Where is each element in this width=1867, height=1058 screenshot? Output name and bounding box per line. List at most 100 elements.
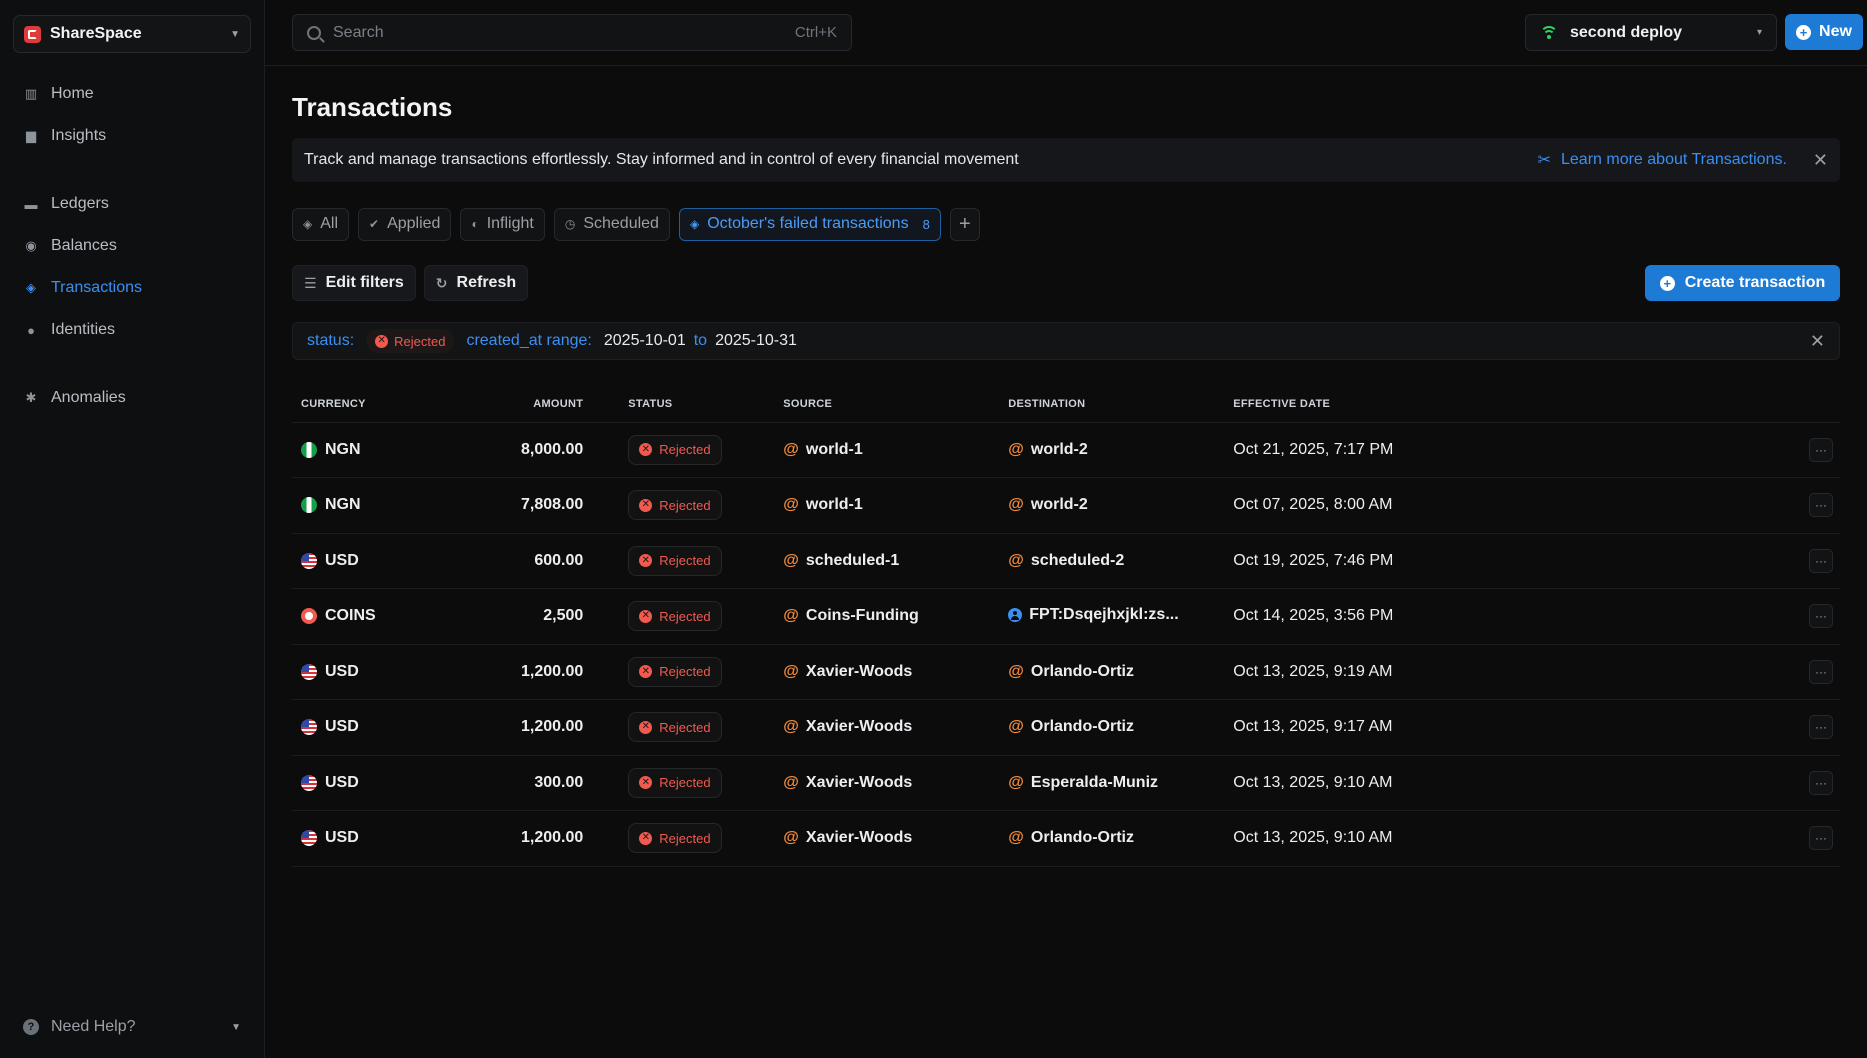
row-more-button[interactable]: ···: [1809, 715, 1833, 740]
tab-inflight[interactable]: ◐ Inflight: [460, 207, 545, 241]
sidebar-item-insights[interactable]: ▆ Insights: [13, 115, 251, 157]
table-row[interactable]: COINS 2,500 ✕ Rejected @ Coins-Funding F…: [292, 588, 1840, 645]
currency-code: USD: [325, 773, 359, 791]
table-row[interactable]: USD 300.00 ✕ Rejected @ Xavier-Woods @ E…: [292, 755, 1840, 811]
cell-actions: ···: [1800, 533, 1840, 589]
filter-status-chip[interactable]: ✕ Rejected: [366, 329, 455, 353]
clear-filters-icon[interactable]: ✕: [1810, 331, 1825, 352]
currency-flag-icon: [301, 552, 317, 569]
cell-effective-date: Oct 13, 2025, 9:10 AM: [1224, 755, 1800, 811]
sidebar-item-balances[interactable]: ◉ Balances: [13, 225, 251, 267]
search-shortcut: Ctrl+K: [794, 24, 837, 41]
chevron-down-icon: ▼: [230, 28, 240, 40]
row-more-button[interactable]: ···: [1809, 548, 1833, 573]
destination-account[interactable]: @ Orlando-Ortiz: [1008, 663, 1134, 681]
source-account[interactable]: @ world-1: [783, 496, 863, 514]
destination-account[interactable]: @ scheduled-2: [1008, 552, 1124, 570]
destination-account[interactable]: @ Esperalda-Muniz: [1008, 774, 1158, 792]
destination-account[interactable]: FPT:Dsqejhxjkl:zs...: [1008, 606, 1179, 624]
table-row[interactable]: NGN 8,000.00 ✕ Rejected @ world-1 @ worl…: [292, 422, 1840, 478]
at-sign-icon: @: [1008, 773, 1024, 791]
amount-value: 1,200.00: [521, 662, 584, 680]
tab-label: All: [320, 215, 339, 232]
at-sign-icon: @: [783, 773, 799, 791]
refresh-icon: ↻: [435, 274, 448, 291]
column-header-status[interactable]: STATUS: [619, 386, 775, 423]
refresh-button[interactable]: ↻ Refresh: [423, 265, 529, 301]
x-circle-icon: ✕: [639, 720, 653, 734]
source-account[interactable]: @ scheduled-1: [783, 552, 899, 570]
cell-status: ✕ Rejected: [619, 588, 775, 645]
column-header-source[interactable]: SOURCE: [774, 386, 1000, 423]
bug-icon: ✱: [25, 390, 37, 405]
status-badge: ✕ Rejected: [628, 712, 722, 743]
tab-octobers-failed-transactions[interactable]: ◈ October's failed transactions 8: [678, 207, 941, 241]
add-view-button[interactable]: +: [949, 207, 980, 241]
source-account[interactable]: @ Xavier-Woods: [783, 663, 912, 681]
currency-flag-icon: [301, 608, 317, 625]
at-sign-icon: @: [783, 718, 799, 736]
cell-amount: 1,200.00: [512, 699, 620, 756]
check-circle-icon: ✔: [369, 217, 380, 231]
create-transaction-button[interactable]: + Create transaction: [1645, 265, 1840, 301]
destination-account[interactable]: @ Orlando-Ortiz: [1008, 829, 1134, 847]
new-button-label: New: [1819, 23, 1852, 40]
tab-scheduled[interactable]: ◷ Scheduled: [553, 207, 670, 241]
row-more-button[interactable]: ···: [1809, 659, 1833, 684]
table-row[interactable]: USD 1,200.00 ✕ Rejected @ Xavier-Woods @…: [292, 644, 1840, 700]
sidebar-item-anomalies[interactable]: ✱ Anomalies: [13, 377, 251, 419]
source-account[interactable]: @ Xavier-Woods: [783, 718, 912, 736]
source-account-name: world-1: [805, 440, 863, 458]
learn-more-link[interactable]: ✂ Learn more about Transactions.: [1538, 150, 1787, 170]
source-account[interactable]: @ Xavier-Woods: [783, 774, 912, 792]
sidebar-item-label: Transactions: [51, 279, 142, 296]
source-account[interactable]: @ world-1: [783, 441, 863, 459]
close-icon[interactable]: ✕: [1813, 150, 1828, 171]
at-sign-icon: @: [1008, 662, 1024, 680]
new-button[interactable]: + New: [1785, 14, 1863, 50]
cell-destination: FPT:Dsqejhxjkl:zs...: [999, 588, 1225, 645]
column-header-effective-date[interactable]: EFFECTIVE DATE: [1224, 386, 1800, 423]
source-account[interactable]: @ Coins-Funding: [783, 607, 918, 625]
sidebar-item-home[interactable]: ▥ Home: [13, 73, 251, 115]
cell-source: @ Xavier-Woods: [774, 755, 1000, 811]
cell-currency: NGN: [292, 477, 512, 534]
sidebar-item-ledgers[interactable]: ▬ Ledgers: [13, 183, 251, 225]
column-header-currency[interactable]: CURRENCY: [292, 386, 512, 423]
search-input[interactable]: [333, 23, 783, 42]
status-label: Rejected: [659, 664, 711, 680]
sidebar-item-identities[interactable]: ● Identities: [13, 309, 251, 351]
row-more-button[interactable]: ···: [1809, 826, 1833, 851]
cell-status: ✕ Rejected: [619, 644, 775, 700]
table-row[interactable]: USD 600.00 ✕ Rejected @ scheduled-1 @ sc…: [292, 533, 1840, 589]
tab-all[interactable]: ◈ All: [292, 207, 350, 241]
row-more-button[interactable]: ···: [1809, 604, 1833, 629]
deployment-name: second deploy: [1570, 23, 1683, 41]
edit-filters-button[interactable]: ☰ Edit filters: [292, 265, 416, 301]
x-circle-icon: ✕: [639, 554, 653, 568]
sidebar-item-label: Ledgers: [51, 195, 109, 212]
deployment-selector[interactable]: second deploy ▾: [1525, 14, 1777, 51]
cell-currency: USD: [292, 644, 512, 700]
row-more-button[interactable]: ···: [1809, 770, 1833, 795]
table-row[interactable]: NGN 7,808.00 ✕ Rejected @ world-1 @ worl…: [292, 477, 1840, 534]
workspace-switcher[interactable]: ShareSpace ▼: [13, 15, 251, 53]
column-header-amount[interactable]: AMOUNT: [512, 386, 620, 423]
destination-account[interactable]: @ world-2: [1008, 441, 1088, 459]
row-more-button[interactable]: ···: [1809, 437, 1833, 462]
currency-flag-icon: [301, 497, 317, 514]
tab-applied[interactable]: ✔ Applied: [358, 207, 452, 241]
need-help-button[interactable]: ? Need Help? ▼: [13, 1012, 251, 1042]
search-box[interactable]: Ctrl+K: [292, 14, 852, 51]
destination-account[interactable]: @ Orlando-Ortiz: [1008, 718, 1134, 736]
column-header-destination[interactable]: DESTINATION: [999, 386, 1225, 423]
sidebar-item-transactions[interactable]: ◈ Transactions: [13, 267, 251, 309]
cell-effective-date: Oct 13, 2025, 9:19 AM: [1224, 644, 1800, 700]
row-more-button[interactable]: ···: [1809, 493, 1833, 518]
source-account[interactable]: @ Xavier-Woods: [783, 829, 912, 847]
refresh-label: Refresh: [456, 274, 517, 291]
destination-account[interactable]: @ world-2: [1008, 496, 1088, 514]
cell-effective-date: Oct 19, 2025, 7:46 PM: [1224, 533, 1800, 589]
table-row[interactable]: USD 1,200.00 ✕ Rejected @ Xavier-Woods @…: [292, 699, 1840, 756]
table-row[interactable]: USD 1,200.00 ✕ Rejected @ Xavier-Woods @…: [292, 810, 1840, 867]
